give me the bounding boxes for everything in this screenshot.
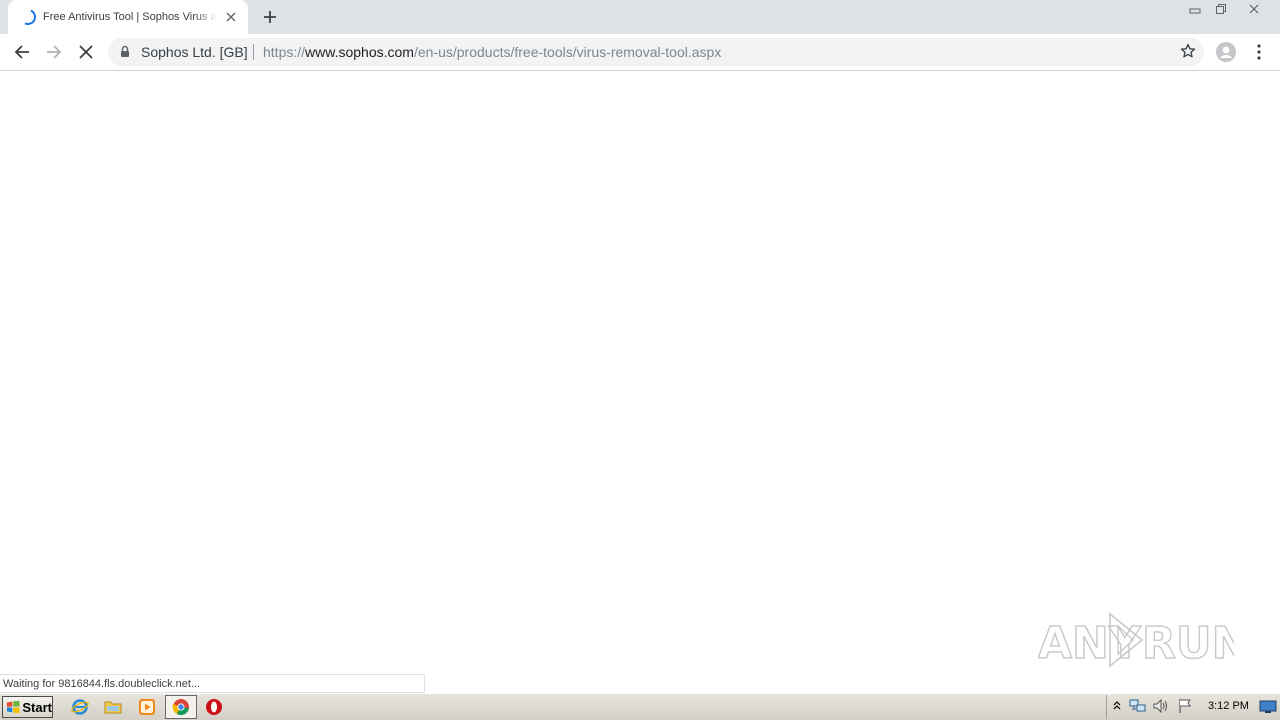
status-bubble: Waiting for 9816844.fls.doubleclick.net.… [0,674,425,693]
clock: 3:12 PM [1208,700,1249,712]
star-icon[interactable] [1180,43,1196,62]
back-button[interactable] [9,40,35,64]
browser-toolbar: Sophos Ltd. [GB] https://www.sophos.com/… [0,34,1280,71]
profile-button[interactable] [1213,40,1239,64]
internet-explorer-icon[interactable] [70,697,90,717]
folder-icon[interactable] [103,697,123,717]
windows-flag-icon [6,700,20,714]
url-scheme: https:// [263,44,306,60]
network-icon[interactable] [1128,696,1148,716]
back-arrow-icon [14,45,29,59]
opera-icon[interactable] [204,697,224,717]
action-center-flag-icon[interactable] [1175,696,1195,716]
page-content [0,72,1280,692]
start-label: Start [22,699,52,715]
chrome-icon[interactable] [171,697,191,717]
show-hidden-icons-icon[interactable] [1109,696,1125,716]
close-window-button[interactable] [1236,0,1272,18]
watermark-text-right: RUN [1142,618,1234,669]
site-identity[interactable]: Sophos Ltd. [GB] [141,44,248,60]
url-path: /en-us/products/free-tools/virus-removal… [413,44,722,60]
lock-icon[interactable] [120,45,130,61]
url-text[interactable]: https://www.sophos.com/en-us/products/fr… [263,44,721,60]
watermark-text-left: ANY [1038,618,1142,669]
forward-button[interactable] [41,40,67,64]
anyrun-watermark: ANY RUN [1038,612,1234,670]
media-player-icon[interactable] [137,697,157,717]
show-desktop-icon[interactable] [1258,697,1278,717]
address-bar[interactable]: Sophos Ltd. [GB] https://www.sophos.com/… [108,38,1204,66]
stop-loading-icon [79,45,93,59]
loading-spinner-icon [17,6,39,28]
stop-button[interactable] [73,40,99,64]
volume-icon[interactable] [1151,696,1171,716]
forward-arrow-icon [47,45,62,59]
menu-button[interactable] [1246,40,1272,64]
address-separator [253,44,254,60]
tab-strip: Free Antivirus Tool | Sophos Virus and S… [0,0,1280,34]
menu-icon [1257,44,1261,60]
profile-icon [1216,42,1236,62]
start-button[interactable]: Start [2,696,53,718]
windows-taskbar: Start 3:12 PM [0,693,1280,720]
minimize-button[interactable] [1183,0,1207,18]
browser-tab[interactable]: Free Antivirus Tool | Sophos Virus and S… [8,0,248,34]
close-icon[interactable] [224,10,238,24]
url-host: www.sophos.com [305,44,414,60]
restore-button[interactable] [1209,0,1233,18]
system-tray [1106,695,1278,719]
new-tab-button[interactable] [259,6,281,28]
tab-title: Free Antivirus Tool | Sophos Virus and S… [43,11,217,23]
